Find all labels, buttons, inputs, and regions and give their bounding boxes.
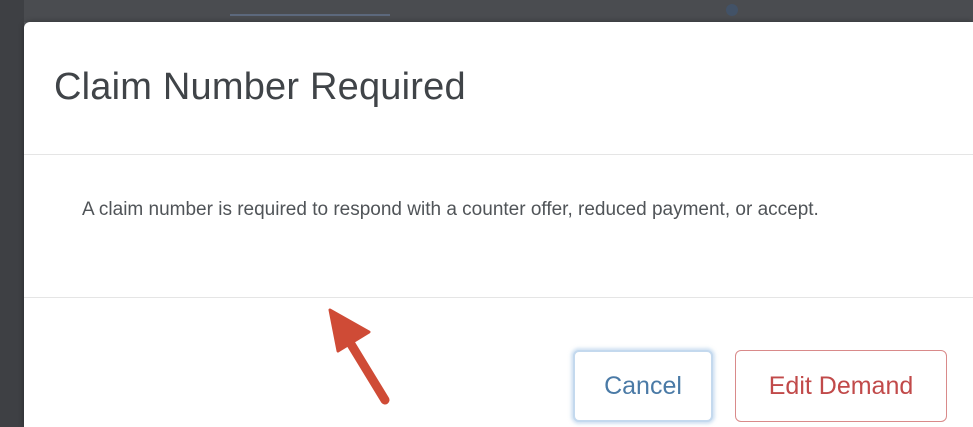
edit-demand-button[interactable]: Edit Demand (735, 350, 947, 422)
dialog-header: Claim Number Required (24, 22, 973, 155)
backdrop-top-strip (0, 0, 973, 22)
dialog-footer: Cancel Edit Demand (24, 298, 973, 427)
dialog-message: A claim number is required to respond wi… (82, 199, 819, 220)
background-link (230, 4, 390, 16)
claim-number-dialog: Claim Number Required A claim number is … (24, 22, 973, 427)
cancel-button[interactable]: Cancel (573, 350, 713, 422)
dialog-title: Claim Number Required (54, 66, 466, 108)
dialog-body: A claim number is required to respond wi… (24, 155, 973, 298)
background-icon (726, 4, 738, 16)
backdrop-left-strip (0, 0, 24, 427)
